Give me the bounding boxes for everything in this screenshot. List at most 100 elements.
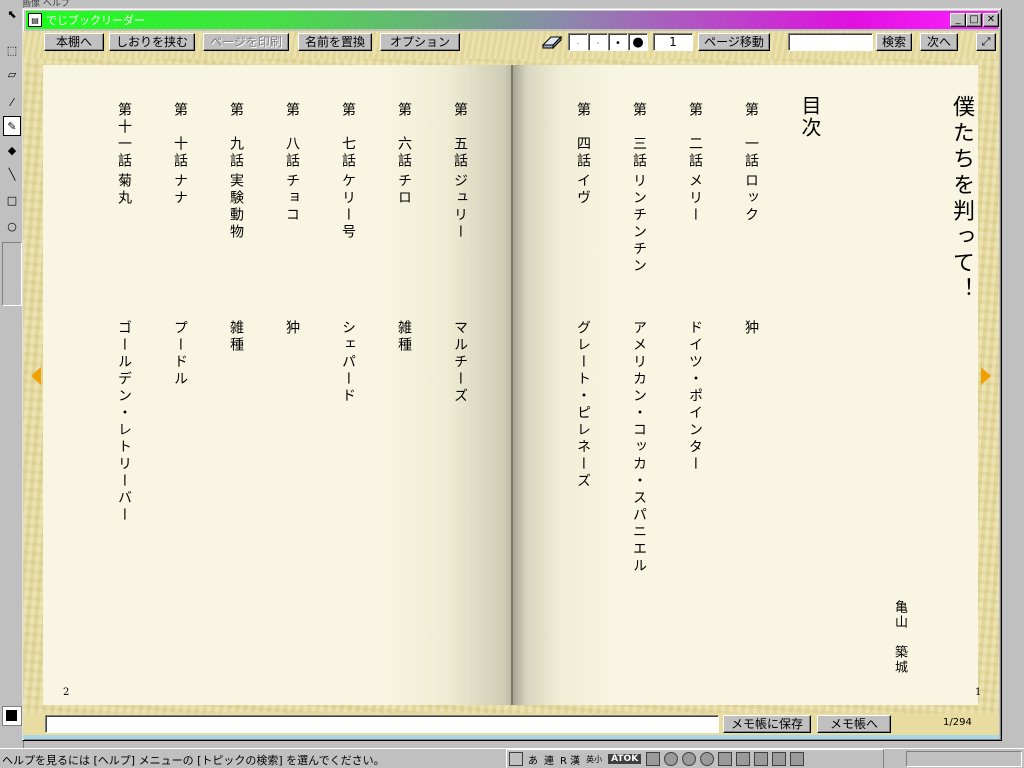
open-memo-button[interactable]: メモ帳へ (817, 715, 891, 733)
ime-handle-icon[interactable] (509, 752, 523, 766)
pen-size-1[interactable]: · (568, 33, 588, 51)
memo-input[interactable] (45, 715, 719, 733)
arrow-tool-icon[interactable]: ⬉ (3, 4, 21, 24)
ime-conversion[interactable]: 連 (544, 752, 554, 767)
chapter-name: リンチンチン (631, 173, 647, 275)
maximize-button[interactable]: □ (966, 13, 982, 27)
foreground-color-icon (6, 710, 17, 721)
ime-palette-icon[interactable] (682, 752, 697, 766)
chapter-breed: ゴールデン・レトリーバー (116, 320, 132, 524)
chapter-number: 第 七話 (340, 102, 356, 170)
select-tool-icon[interactable]: ⬚ (3, 40, 21, 60)
toolbar: 本棚へ しおりを挟む ページを印刷 名前を置換 オプション · · • ● 1 … (23, 31, 999, 61)
chapter-name: 実験動物 (228, 173, 244, 241)
ime-dictionary-icon[interactable] (646, 752, 661, 766)
chapter-name: ケリー号 (340, 173, 356, 241)
fullscreen-button[interactable]: ⤢ (976, 33, 996, 51)
save-to-memo-button[interactable]: メモ帳に保存 (723, 715, 811, 733)
app-icon[interactable]: ▤ (28, 13, 42, 27)
ime-shield-icon[interactable] (736, 752, 751, 766)
ime-tool-icon[interactable] (664, 752, 679, 766)
chapter-name: チョコ (284, 173, 300, 224)
left-page-number: 2 (63, 687, 70, 698)
book-area: 第 五話 ジュリー マルチーズ 第 六話 チロ 雑種 第 七話 ケリー号 シェパ… (23, 59, 999, 713)
page-jump-button[interactable]: ページ移動 (698, 33, 770, 51)
page-number-input[interactable]: 1 (653, 33, 693, 51)
ime-grid-icon[interactable] (772, 752, 787, 766)
options-button[interactable]: オプション (380, 33, 460, 51)
chapter-breed: 雑種 (396, 320, 412, 354)
dot-icon: • (615, 38, 621, 49)
status-panel (906, 751, 1022, 767)
ime-toolbar: あ 連 R 漢 英小 ATOK (506, 749, 884, 768)
dropper-tool-icon[interactable]: ⁄ (3, 92, 21, 112)
bookshelf-button[interactable]: 本棚へ (44, 33, 104, 51)
chapter-breed: アメリカン・コッカ・スパニエル (631, 320, 647, 575)
ime-kanji[interactable]: R 漢 (560, 752, 580, 767)
ime-book-icon[interactable] (754, 752, 769, 766)
chapter-name: イヴ (575, 173, 591, 207)
chapter-number: 第 二話 (687, 102, 703, 170)
ime-mode[interactable]: あ (528, 752, 538, 767)
window-title: でじブックリーダー (46, 14, 145, 27)
right-page[interactable]: 僕たちを判って！ 目次 第 一話 ロック 狆 第 二話 メリー ドイツ・ポインタ… (513, 65, 981, 705)
eraser-icon[interactable] (541, 35, 563, 50)
title-bar[interactable]: ▤ でじブックリーダー _ □ ✕ (26, 11, 999, 29)
pen-size-3[interactable]: • (608, 33, 628, 51)
chapter-number: 第 一話 (743, 102, 759, 170)
toc-heading: 目次 (798, 95, 822, 139)
dot-icon: ● (632, 35, 644, 50)
search-button[interactable]: 検索 (876, 33, 912, 51)
chapter-breed: 雑種 (228, 320, 244, 354)
line-tool-icon[interactable]: ╲ (3, 164, 21, 184)
ime-props-icon[interactable] (790, 752, 805, 766)
page-indicator: 1/294 (943, 717, 972, 728)
window-bottom-strip (23, 735, 999, 739)
bookmark-button[interactable]: しおりを挟む (109, 33, 195, 51)
close-button[interactable]: ✕ (983, 13, 999, 27)
rect-tool-icon[interactable]: □ (3, 190, 21, 210)
print-page-button[interactable]: ページを印刷 (203, 33, 289, 51)
chapter-name: 菊丸 (116, 173, 132, 207)
chapter-breed: 狆 (284, 320, 300, 337)
chapter-breed: マルチーズ (452, 320, 468, 405)
ime-eye-icon[interactable] (700, 752, 715, 766)
chapter-breed: プードル (172, 320, 188, 388)
replace-name-button[interactable]: 名前を置換 (298, 33, 372, 51)
chapter-name: ジュリー (452, 173, 468, 241)
status-help-text: ヘルプを見るには [ヘルプ] メニューの [トピックの検索] を選んでください。 (2, 754, 385, 767)
book-title: 僕たちを判って！ (949, 95, 974, 303)
status-bar: ヘルプを見るには [ヘルプ] メニューの [トピックの検索] を選んでください。… (0, 748, 1024, 768)
dot-icon: · (577, 41, 579, 48)
left-page[interactable]: 第 五話 ジュリー マルチーズ 第 六話 チロ 雑種 第 七話 ケリー号 シェパ… (43, 65, 513, 705)
memo-bar: メモ帳に保存 メモ帳へ 1/294 (23, 713, 999, 737)
chapter-name: メリー (687, 173, 703, 224)
next-button[interactable]: 次へ (920, 33, 958, 51)
ellipse-tool-icon[interactable]: ○ (3, 216, 21, 236)
pencil-tool-icon[interactable]: ✎ (3, 116, 21, 136)
search-input[interactable] (788, 33, 873, 51)
chapter-name: チロ (396, 173, 412, 207)
eraser-tool-icon[interactable]: ▱ (3, 64, 21, 84)
prev-page-arrow-icon[interactable] (31, 367, 41, 385)
ime-case[interactable]: 英小 (586, 754, 602, 765)
chapter-number: 第 十話 (172, 102, 188, 170)
open-book: 第 五話 ジュリー マルチーズ 第 六話 チロ 雑種 第 七話 ケリー号 シェパ… (43, 65, 981, 705)
dot-icon: · (596, 39, 600, 48)
chapter-number: 第 九話 (228, 102, 244, 170)
ime-window-icon[interactable] (718, 752, 733, 766)
pen-size-4[interactable]: ● (628, 33, 648, 51)
minimize-button[interactable]: _ (950, 13, 966, 27)
chapter-breed: シェパード (340, 320, 356, 405)
book-reader-window: ▤ でじブックリーダー _ □ ✕ 本棚へ しおりを挟む ページを印刷 名前を置… (22, 8, 1002, 741)
author-name: 亀山 築城 (892, 600, 907, 675)
chapter-name: ロック (743, 173, 759, 224)
next-page-arrow-icon[interactable] (981, 367, 991, 385)
color-swatch[interactable] (2, 706, 22, 726)
chapter-number: 第 五話 (452, 102, 468, 170)
chapter-breed: ドイツ・ポインター (687, 320, 703, 473)
atok-logo[interactable]: ATOK (608, 754, 642, 764)
brush-tool-icon[interactable]: ◆ (3, 140, 21, 160)
chapter-breed: グレート・ピレネーズ (575, 320, 591, 490)
pen-size-2[interactable]: · (588, 33, 608, 51)
